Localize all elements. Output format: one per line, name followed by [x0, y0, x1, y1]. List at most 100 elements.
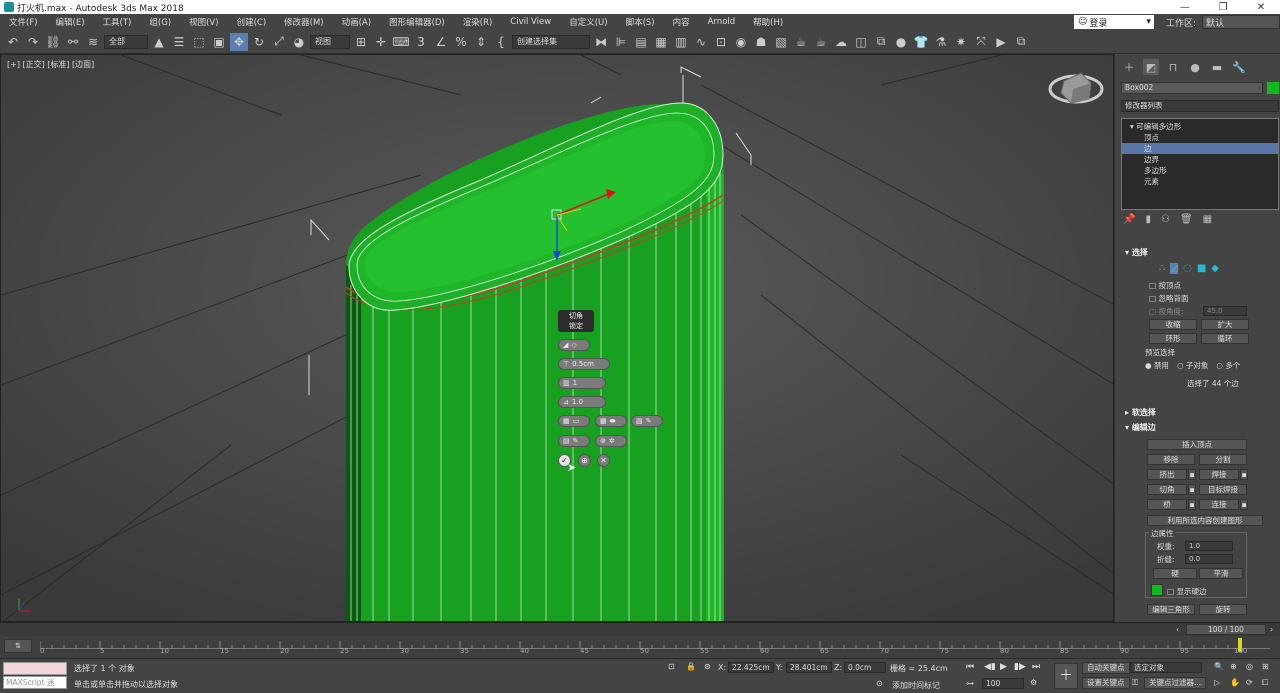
key-filters-button[interactable]: 关键点过滤器... — [1144, 677, 1207, 689]
orbit-icon[interactable]: ◎ — [1246, 662, 1253, 671]
pin-stack-icon[interactable]: 📌 — [1123, 214, 1135, 225]
zoom-all-icon[interactable]: ⊕ — [1230, 662, 1237, 671]
maximize-button[interactable]: ❐ — [1204, 2, 1242, 13]
orbit-subobject-icon[interactable]: ⟳ — [1246, 678, 1253, 687]
object-color-swatch[interactable] — [1267, 82, 1279, 94]
apply-continue-button[interactable]: ⊕ — [578, 454, 591, 467]
weld-settings-button[interactable]: ▪ — [1240, 469, 1248, 480]
play-icon[interactable]: ▶ — [1000, 662, 1007, 672]
sphere-icon[interactable]: ● — [892, 33, 910, 51]
prev-frame-icon[interactable]: ◀▮ — [984, 662, 996, 672]
a360-gallery-icon[interactable]: ◫ — [852, 33, 870, 51]
close-button[interactable]: ✕ — [1242, 2, 1280, 13]
add-time-tag[interactable]: 添加时间标记 — [892, 680, 940, 691]
chamfer-button[interactable]: 切角 — [1147, 484, 1187, 495]
schematic-view-icon[interactable]: ⊡ — [712, 33, 730, 51]
chamfer-settings-button[interactable]: ▪ — [1188, 484, 1196, 495]
teapot-icon[interactable]: ⚗ — [932, 33, 950, 51]
make-unique-icon[interactable]: ⚇ — [1161, 214, 1170, 225]
edge-mode-icon[interactable]: ◿ — [1170, 263, 1179, 274]
key-mode-icon[interactable]: ⊶ — [966, 679, 974, 688]
border-mode-icon[interactable]: ◌ — [1183, 263, 1192, 274]
stack-item-element[interactable]: 元素 — [1122, 176, 1278, 187]
menu-modifiers[interactable]: 修改器(M) — [275, 16, 332, 28]
grow-button[interactable]: 扩大 — [1201, 319, 1249, 330]
modify-tab-icon[interactable]: ◩ — [1143, 59, 1159, 75]
curve-editor-icon[interactable]: ∿ — [692, 33, 710, 51]
create-tab-icon[interactable]: ＋ — [1121, 59, 1137, 75]
menu-views[interactable]: 视图(V) — [180, 16, 227, 28]
end-bias-button[interactable]: ▦ ▭ — [558, 415, 590, 427]
selection-rollout-header[interactable]: ▾ 选择 — [1119, 247, 1148, 259]
menu-rendering[interactable]: 渲染(R) — [454, 16, 502, 28]
material-editor-icon[interactable]: ◉ — [732, 33, 750, 51]
next-frame-icon[interactable]: ▮▶ — [1014, 662, 1026, 672]
link-icon[interactable]: ⛓ — [44, 33, 62, 51]
mini-curve-editor-button[interactable]: ⇅ — [4, 639, 32, 653]
render-cloud-icon[interactable]: ☁ — [832, 33, 850, 51]
select-object-icon[interactable]: ▲ — [150, 33, 168, 51]
align-icon[interactable]: ⊫ — [612, 33, 630, 51]
render-production-icon[interactable]: ☕ — [792, 33, 810, 51]
chamfer-amount-field[interactable]: ⊤ 0.5cm — [558, 358, 610, 370]
soft-selection-rollout-header[interactable]: ▸ 软选择 — [1119, 407, 1156, 419]
absolute-mode-icon[interactable]: ⊛ — [704, 662, 711, 671]
split-button[interactable]: 分割 — [1199, 454, 1247, 465]
select-by-name-icon[interactable]: ☰ — [170, 33, 188, 51]
z-coord-field[interactable]: 0.0cm — [844, 662, 886, 673]
show-hard-edges-checkbox[interactable]: □ 显示硬边 — [1167, 586, 1206, 597]
smooth-button[interactable]: ▧ ✎ — [631, 415, 663, 427]
smooth-threshold-button[interactable]: ▤ ✎ — [558, 435, 590, 447]
by-angle-checkbox[interactable]: □ 按角度: — [1149, 306, 1184, 317]
edit-edges-rollout-header[interactable]: ▾ 编辑边 — [1119, 422, 1156, 434]
edit-named-sel-icon[interactable]: { — [492, 33, 510, 51]
pivot-icon[interactable]: ⊞ — [352, 33, 370, 51]
rect-selection-icon[interactable]: ⬚ — [190, 33, 208, 51]
named-selection-dropdown[interactable]: 创建选择集 — [512, 34, 590, 49]
connect-settings-button[interactable]: ▪ — [1240, 499, 1248, 510]
extrude-button[interactable]: 挤出 — [1147, 469, 1187, 480]
scale-icon[interactable]: ⤢ — [270, 33, 288, 51]
render-setup-icon[interactable]: ☗ — [752, 33, 770, 51]
connect-button[interactable]: 连接 — [1199, 499, 1239, 510]
auto-key-button[interactable]: 自动关键点 — [1082, 662, 1130, 674]
hard-edge-color-swatch[interactable] — [1151, 584, 1163, 596]
menu-file[interactable]: 文件(F) — [0, 16, 47, 28]
stack-item-vertex[interactable]: 顶点 — [1122, 132, 1278, 143]
polygon-mode-icon[interactable]: ■ — [1197, 263, 1206, 274]
spinner-snap-icon[interactable]: ⇕ — [472, 33, 490, 51]
bridge-button[interactable]: 桥 — [1147, 499, 1187, 510]
time-slider-thumb[interactable]: 100 / 100 — [1186, 624, 1266, 635]
goto-end-icon[interactable]: ⏭ — [1032, 662, 1040, 672]
layer-explorer-icon[interactable]: ▦ — [652, 33, 670, 51]
minimize-button[interactable]: — — [1166, 2, 1204, 13]
prev-arrow-icon[interactable]: ‹ — [1176, 625, 1182, 635]
zoom-icon[interactable]: 🔍 — [1214, 662, 1224, 671]
extrude-settings-button[interactable]: ▪ — [1188, 469, 1196, 480]
rotate-icon[interactable]: ↻ — [250, 33, 268, 51]
move-icon[interactable]: ✥ — [230, 32, 248, 51]
ring-button[interactable]: 环形 — [1149, 333, 1197, 344]
ref-coord-dropdown[interactable]: 视图 — [310, 34, 350, 49]
by-vertex-checkbox[interactable]: □ 按顶点 — [1149, 280, 1181, 291]
time-config-icon[interactable]: ⚙ — [1030, 678, 1037, 687]
chamfer-segments-field[interactable]: ▥ 1 — [558, 377, 606, 389]
angle-snap-icon[interactable]: ∠ — [432, 33, 450, 51]
maximize-viewport-icon[interactable]: ⧠ — [1262, 678, 1268, 688]
key-selected-dropdown[interactable]: 选定对象 — [1130, 662, 1202, 673]
motion-tab-icon[interactable]: ● — [1187, 59, 1203, 75]
menu-help[interactable]: 帮助(H) — [744, 16, 792, 28]
separate-button[interactable]: ⊚ ✲ — [595, 435, 627, 447]
radial-bias-button[interactable]: ▦ ⬬ — [595, 415, 627, 427]
stack-item-border[interactable]: 边界 — [1122, 154, 1278, 165]
smooth-button[interactable]: 平滑 — [1199, 568, 1243, 579]
stack-root[interactable]: ▾ 可编辑多边形 — [1122, 121, 1278, 132]
zoom-extents-icon[interactable]: ⊞ — [1262, 662, 1269, 671]
preview-multi-radio[interactable]: ○ 多个 — [1216, 360, 1240, 371]
select-manipulate-icon[interactable]: ✛ — [372, 33, 390, 51]
placement-icon[interactable]: ◕ — [290, 33, 308, 51]
render-window-icon[interactable]: ⧉ — [1012, 33, 1030, 51]
menu-customize[interactable]: 自定义(U) — [560, 16, 616, 28]
scene-explorer-icon[interactable]: ▤ — [632, 33, 650, 51]
object-name-field[interactable]: Box002 — [1121, 82, 1263, 94]
